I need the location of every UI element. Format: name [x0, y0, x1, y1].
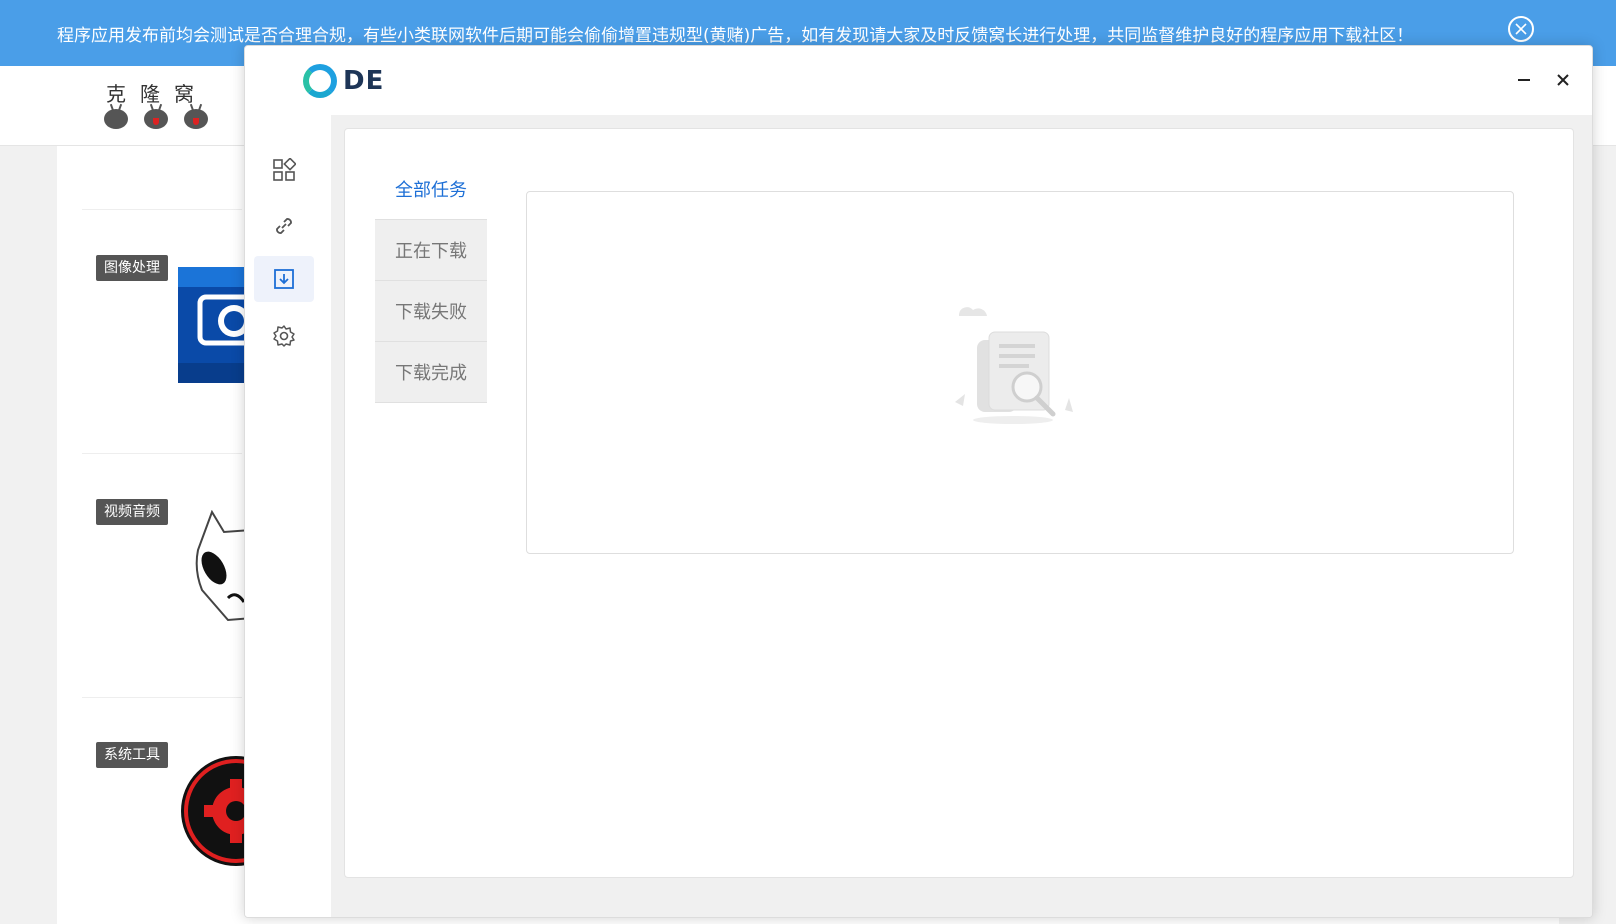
camera-app-icon[interactable]: [178, 267, 248, 383]
nav-item-apps[interactable]: [254, 147, 314, 193]
close-icon: [1515, 23, 1527, 35]
announcement-text: 程序应用发布前均会测试是否合理合规，有些小类联网软件后期可能会偷偷增置违规型(黄…: [57, 25, 1414, 46]
ant-mascot-icon: [184, 109, 208, 129]
task-list: [526, 191, 1514, 554]
task-tabs: 全部任务 正在下载 下载失败 下载完成: [375, 159, 487, 403]
nav-item-downloads[interactable]: [254, 256, 314, 302]
row-divider: [82, 453, 242, 454]
app-brand: DE: [303, 64, 384, 98]
banner-close-button[interactable]: [1508, 16, 1534, 42]
logo-mascots: [100, 109, 210, 129]
download-icon: [274, 269, 294, 289]
tab-failed[interactable]: 下载失败: [375, 281, 487, 342]
tab-label: 下载失败: [395, 302, 467, 323]
gear-app-icon[interactable]: [180, 755, 248, 867]
window-titlebar[interactable]: DE: [245, 46, 1592, 115]
nav-item-settings[interactable]: [254, 313, 314, 359]
tab-completed[interactable]: 下载完成: [375, 342, 487, 403]
brand-text: DE: [343, 66, 385, 96]
category-tag-image[interactable]: 图像处理: [96, 255, 168, 281]
tab-downloading[interactable]: 正在下载: [375, 220, 487, 281]
cat-app-icon[interactable]: [192, 510, 248, 626]
site-logo-text: 克隆窝: [106, 82, 208, 106]
ant-mascot-icon: [144, 109, 168, 129]
ant-mascot-icon: [104, 109, 128, 129]
task-panel: 全部任务 正在下载 下载失败 下载完成: [344, 128, 1574, 878]
tab-label: 正在下载: [395, 241, 467, 262]
row-divider: [82, 697, 242, 698]
category-tag-video[interactable]: 视频音频: [96, 499, 168, 525]
close-icon: [1557, 74, 1569, 86]
side-nav: [245, 115, 331, 917]
site-logo[interactable]: 克隆窝: [100, 78, 210, 138]
download-manager-window: DE 全部任务 正在下载 下载失败 下载完成: [244, 45, 1593, 918]
tab-label: 下载完成: [395, 363, 467, 384]
main-area: 全部任务 正在下载 下载失败 下载完成: [331, 115, 1592, 917]
empty-state-illustration: [947, 302, 1077, 430]
brand-logo-icon: [303, 64, 337, 98]
row-divider: [82, 209, 242, 210]
tab-all-tasks[interactable]: 全部任务: [375, 159, 487, 220]
minimize-button[interactable]: [1510, 66, 1538, 94]
category-tag-system[interactable]: 系统工具: [96, 742, 168, 768]
minimize-icon: [1518, 79, 1530, 81]
grid-icon: [273, 158, 296, 181]
close-window-button[interactable]: [1549, 66, 1577, 94]
tab-label: 全部任务: [395, 180, 467, 201]
link-icon: [276, 218, 292, 234]
nav-item-links[interactable]: [254, 203, 314, 249]
gear-icon: [273, 325, 295, 347]
